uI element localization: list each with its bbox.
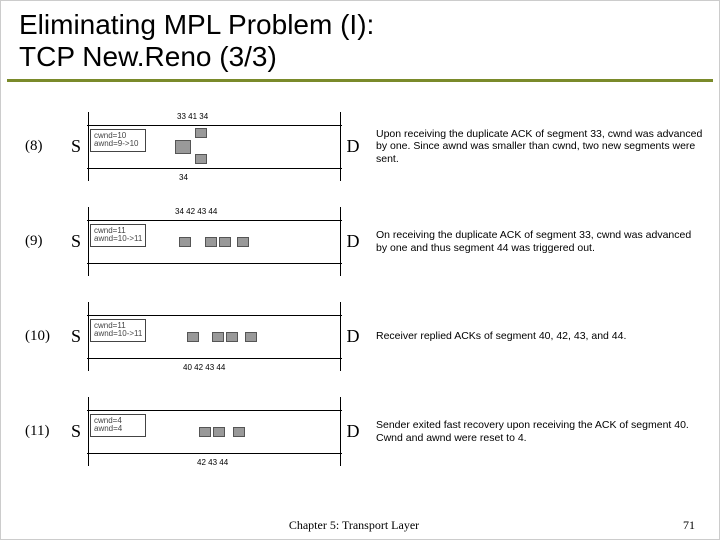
receiver-label: D — [342, 421, 364, 442]
sender-s: S — [71, 326, 81, 346]
footer-spacer — [1, 518, 25, 533]
segment-icon — [213, 427, 225, 437]
step-caption: On receiving the duplicate ACK of segmen… — [364, 229, 705, 254]
tick-bot: 42 43 44 — [197, 458, 228, 467]
receiver-d: D — [347, 326, 360, 346]
pipe: cwnd=11 awnd=10->11 40 42 43 44 — [87, 315, 342, 359]
receiver-d: D — [347, 231, 360, 251]
tick-top: 33 41 34 — [177, 112, 208, 121]
cwnd-box: cwnd=4 awnd=4 — [90, 414, 146, 438]
segment-icon — [237, 237, 249, 247]
segment-icon — [226, 332, 238, 342]
content-area: (8) S cwnd=10 awnd=9->10 33 41 34 34 D — [25, 99, 705, 507]
tick-top: 34 42 43 44 — [175, 207, 217, 216]
sender-s: S — [71, 136, 81, 156]
cwnd-box: cwnd=10 awnd=9->10 — [90, 129, 146, 153]
step-row: (9) S cwnd=11 awnd=10->11 34 42 43 44 D — [25, 194, 705, 289]
page-number: 71 — [683, 518, 695, 533]
receiver-bar — [340, 397, 341, 466]
awnd-line: awnd=9->10 — [94, 140, 142, 149]
segment-icon — [245, 332, 257, 342]
title-line-1: Eliminating MPL Problem (I): — [19, 9, 374, 40]
receiver-bar — [340, 112, 341, 181]
title-line-2: TCP New.Reno (3/3) — [19, 41, 277, 72]
receiver-bar — [340, 302, 341, 371]
segment-icon — [195, 128, 207, 138]
segment-icon — [212, 332, 224, 342]
step-number: (11) — [25, 423, 65, 440]
step-caption: Upon receiving the duplicate ACK of segm… — [364, 128, 705, 166]
step-caption: Sender exited fast recovery upon receivi… — [364, 419, 705, 444]
receiver-bar — [340, 207, 341, 276]
segment-icon — [187, 332, 199, 342]
awnd-line: awnd=4 — [94, 425, 142, 434]
segment-icon — [199, 427, 211, 437]
step-row: (8) S cwnd=10 awnd=9->10 33 41 34 34 D — [25, 99, 705, 194]
receiver-label: D — [342, 136, 364, 157]
segment-icon — [175, 140, 191, 154]
step-number: (8) — [25, 138, 65, 155]
sender-label: S — [65, 421, 87, 442]
sender-label: S — [65, 326, 87, 347]
segment-icon — [233, 427, 245, 437]
step-row: (11) S cwnd=4 awnd=4 42 43 44 D Sender e… — [25, 384, 705, 479]
receiver-label: D — [342, 326, 364, 347]
cwnd-box: cwnd=11 awnd=10->11 — [90, 319, 146, 343]
sender-label: S — [65, 136, 87, 157]
title-block: Eliminating MPL Problem (I): TCP New.Ren… — [1, 1, 719, 79]
tick-bot: 40 42 43 44 — [183, 363, 225, 372]
cwnd-box: cwnd=11 awnd=10->11 — [90, 224, 146, 248]
receiver-label: D — [342, 231, 364, 252]
sender-s: S — [71, 231, 81, 251]
receiver-d: D — [347, 421, 360, 441]
awnd-line: awnd=10->11 — [94, 330, 142, 339]
segment-icon — [179, 237, 191, 247]
awnd-line: awnd=10->11 — [94, 235, 142, 244]
segment-icon — [195, 154, 207, 164]
pipe: cwnd=10 awnd=9->10 33 41 34 34 — [87, 125, 342, 169]
step-caption: Receiver replied ACKs of segment 40, 42,… — [364, 330, 705, 343]
step-number: (9) — [25, 233, 65, 250]
pipe: cwnd=11 awnd=10->11 34 42 43 44 — [87, 220, 342, 264]
slide-title: Eliminating MPL Problem (I): TCP New.Ren… — [19, 9, 701, 73]
segment-icon — [219, 237, 231, 247]
title-rule — [7, 79, 713, 82]
footer-chapter: Chapter 5: Transport Layer — [25, 518, 683, 533]
tick-bot: 34 — [179, 173, 188, 182]
footer: Chapter 5: Transport Layer 71 — [1, 518, 719, 533]
step-row: (10) S cwnd=11 awnd=10->11 40 42 43 44 D — [25, 289, 705, 384]
slide: Eliminating MPL Problem (I): TCP New.Ren… — [0, 0, 720, 540]
receiver-d: D — [347, 136, 360, 156]
pipe: cwnd=4 awnd=4 42 43 44 — [87, 410, 342, 454]
sender-label: S — [65, 231, 87, 252]
segment-icon — [205, 237, 217, 247]
step-number: (10) — [25, 328, 65, 345]
sender-s: S — [71, 421, 81, 441]
